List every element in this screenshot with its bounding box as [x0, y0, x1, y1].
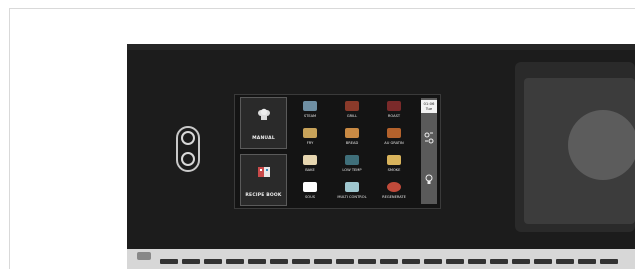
grille-slot: [424, 259, 442, 264]
chef-hat-icon: [258, 108, 270, 120]
grille-slot: [226, 259, 244, 264]
grille-slot: [270, 259, 288, 264]
program-roast[interactable]: ROAST: [375, 99, 413, 123]
roast-icon: [387, 101, 401, 111]
oven-knob[interactable]: [568, 110, 635, 180]
program-bake[interactable]: BAKE: [291, 153, 329, 177]
lightbulb-icon[interactable]: [425, 174, 433, 185]
grille-slot: [160, 259, 178, 264]
grille-slot: [402, 259, 420, 264]
multi-control-icon: [345, 182, 359, 192]
grille-slot: [468, 259, 486, 264]
door-clip: [137, 252, 151, 260]
program-low-temp[interactable]: LOW TEMP: [333, 153, 371, 177]
grille-slot: [248, 259, 266, 264]
grille-slot: [512, 259, 530, 264]
grille-slot: [578, 259, 596, 264]
clock-display[interactable]: 01:06 Tue: [421, 100, 437, 113]
program-label: MULTI CONTROL: [337, 195, 367, 199]
program-label: REGENERATE: [382, 195, 406, 199]
grille-slot: [292, 259, 310, 264]
power-button[interactable]: [176, 126, 200, 172]
bake-icon: [303, 155, 317, 165]
grille-slot: [204, 259, 222, 264]
program-grid: STEAM GRILL ROAST FRY BREAD AU GRATIN BA…: [291, 99, 415, 205]
fry-icon: [303, 128, 317, 138]
status-sidebar: 01:06 Tue: [421, 98, 437, 204]
program-label: GRILL: [346, 114, 358, 118]
program-au-gratin[interactable]: AU GRATIN: [375, 126, 413, 150]
manual-button[interactable]: MANUAL: [240, 97, 287, 149]
program-label: FRY: [306, 141, 314, 145]
grill-icon: [345, 101, 359, 111]
program-label: ROAST: [387, 114, 401, 118]
program-smoke[interactable]: SMOKE: [375, 153, 413, 177]
program-label: BAKE: [305, 168, 315, 172]
steam-icon: [303, 101, 317, 111]
grille-slot: [182, 259, 200, 264]
program-label: SMOKE: [387, 168, 401, 172]
touch-screen: MANUAL RECIPE BOOK STEAM GRILL ROAST FRY…: [234, 94, 441, 209]
grille-slot: [556, 259, 574, 264]
recipe-book-label: RECIPE BOOK: [245, 193, 282, 198]
grille-slot: [336, 259, 354, 264]
oven-top-edge: [127, 44, 635, 50]
clock-day: Tue: [425, 106, 433, 111]
program-label: SOUS: [304, 195, 316, 199]
program-label: LOW TEMP: [342, 168, 362, 172]
power-icon: [181, 131, 195, 145]
program-steam[interactable]: STEAM: [291, 99, 329, 123]
sous-icon: [303, 182, 317, 192]
program-sous[interactable]: SOUS: [291, 180, 329, 204]
manual-label: MANUAL: [252, 136, 275, 141]
program-multi-control[interactable]: MULTI CONTROL: [333, 180, 371, 204]
grille-slot: [446, 259, 464, 264]
program-label: AU GRATIN: [384, 141, 404, 145]
book-icon: [258, 167, 270, 177]
program-regenerate[interactable]: REGENERATE: [375, 180, 413, 204]
low-temp-icon: [345, 155, 359, 165]
grille-slot: [490, 259, 508, 264]
au-gratin-icon: [387, 128, 401, 138]
power-ring-icon: [181, 152, 195, 166]
grille-slot: [314, 259, 332, 264]
program-label: STEAM: [303, 114, 317, 118]
grille-slot: [358, 259, 376, 264]
program-fry[interactable]: FRY: [291, 126, 329, 150]
settings-icon[interactable]: [424, 132, 434, 144]
program-bread[interactable]: BREAD: [333, 126, 371, 150]
grille-slot: [600, 259, 618, 264]
bread-icon: [345, 128, 359, 138]
program-grill[interactable]: GRILL: [333, 99, 371, 123]
grille-slot: [380, 259, 398, 264]
recipe-book-button[interactable]: RECIPE BOOK: [240, 154, 287, 206]
smoke-icon: [387, 155, 401, 165]
grille-slot: [534, 259, 552, 264]
program-label: BREAD: [345, 141, 359, 145]
regenerate-icon: [387, 182, 401, 192]
